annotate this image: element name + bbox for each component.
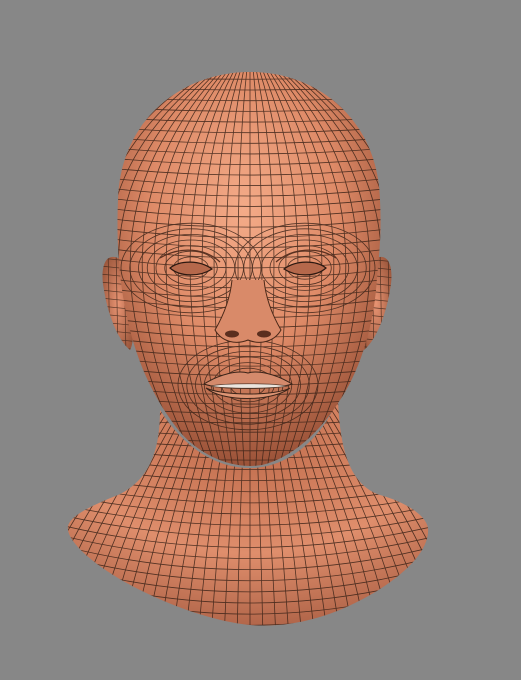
head-mesh-render [67, 72, 429, 626]
3d-viewport [0, 0, 521, 680]
head-mesh [117, 72, 381, 466]
